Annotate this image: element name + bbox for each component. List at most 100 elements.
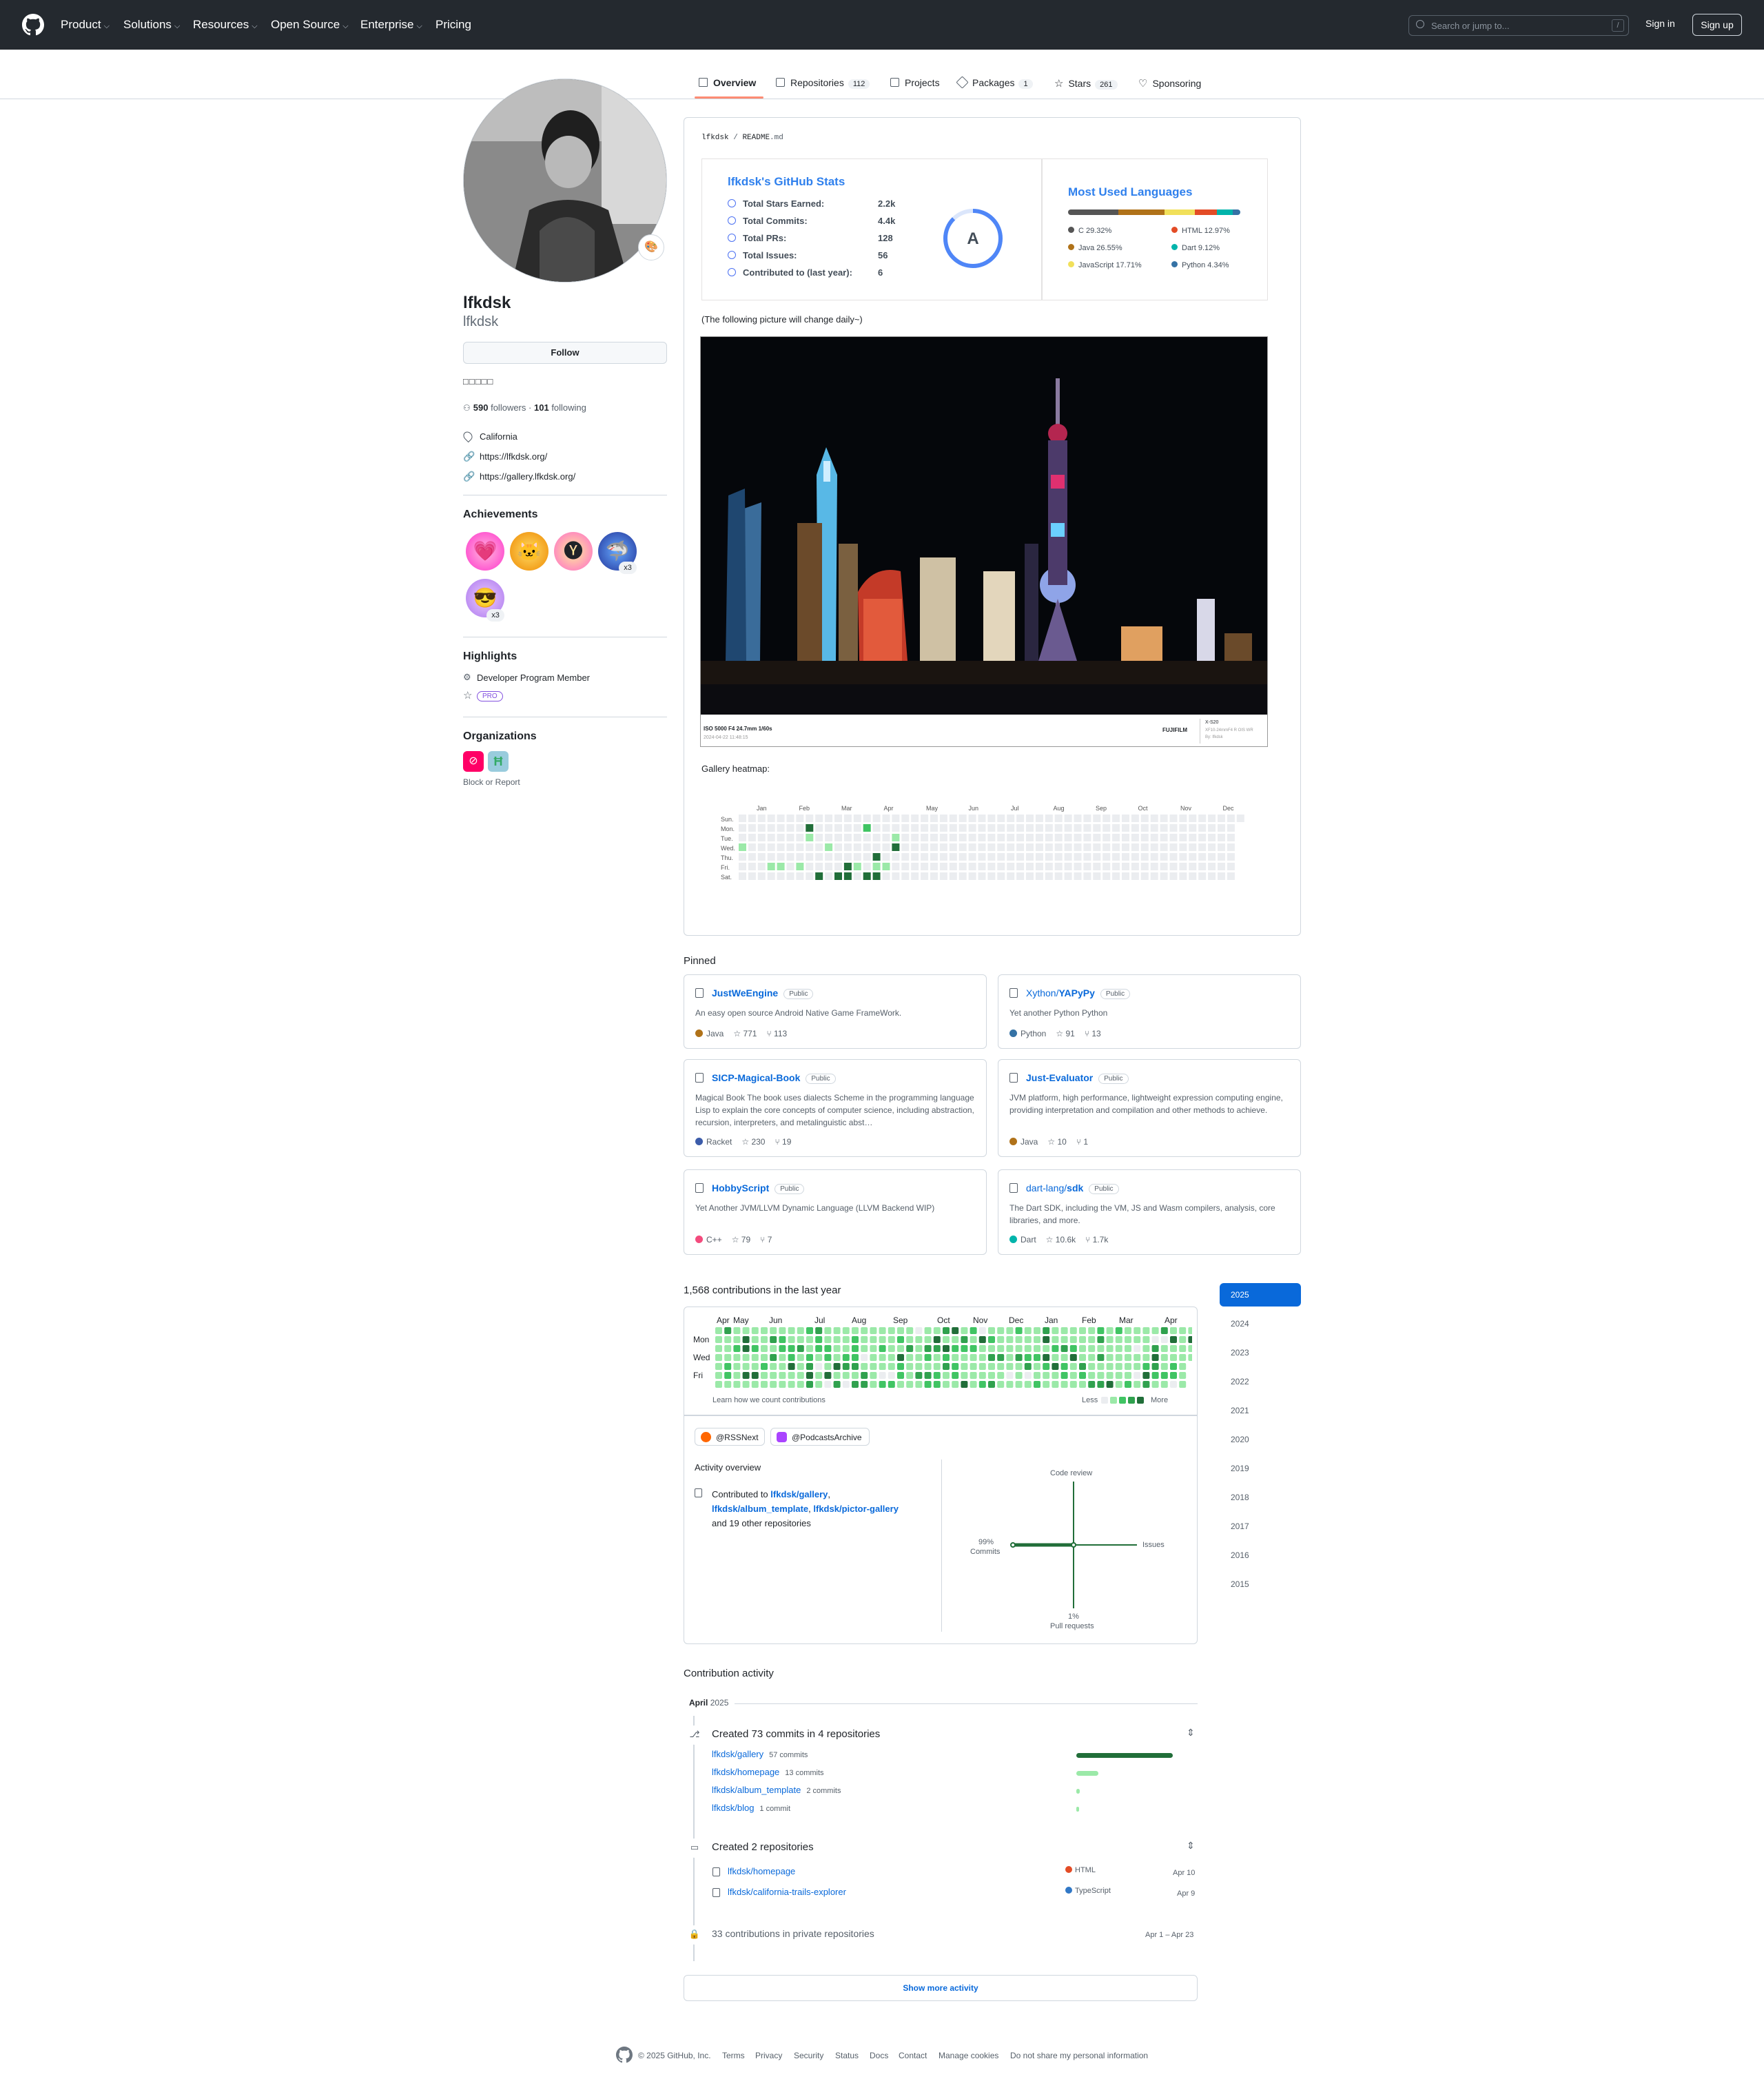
achievement-quickdraw-icon[interactable]: 🐱 [510, 532, 548, 571]
website-link[interactable]: https://lfkdsk.org/ [480, 451, 547, 462]
repo-name-link[interactable]: Xython/YAPyPy Public [1026, 987, 1131, 999]
followers-label[interactable]: followers [491, 402, 526, 413]
show-more-activity-button[interactable]: Show more activity [684, 1975, 1198, 2001]
repo-name-link[interactable]: JustWeEngine Public [712, 987, 814, 999]
nav-resources[interactable]: Resources ⌵ [193, 18, 258, 32]
footer-link[interactable]: Contact [899, 2051, 927, 2060]
github-logo-icon[interactable] [22, 14, 44, 36]
achievement-yolo-icon[interactable]: 🅨 [554, 532, 593, 571]
created-repo-link[interactable]: lfkdsk/california-trails-explorer [728, 1887, 846, 1897]
repo-name-link[interactable]: Just-Evaluator Public [1026, 1072, 1129, 1084]
repo-link[interactable]: lfkdsk/pictor-gallery [813, 1504, 899, 1514]
readme-file-name[interactable]: README [742, 134, 770, 142]
repo-forks[interactable]: ⑂ 7 [760, 1235, 772, 1244]
footer-link[interactable]: Docs [870, 2051, 888, 2060]
repo-forks[interactable]: ⑂ 1.7k [1085, 1235, 1108, 1244]
footer-link[interactable]: Status [835, 2051, 859, 2060]
following-count[interactable]: 101 [534, 402, 549, 413]
pinned-repo-card[interactable]: Just-Evaluator Public JVM platform, high p… [998, 1059, 1301, 1157]
year-filter-button[interactable]: 2020 [1220, 1428, 1301, 1451]
year-filter-button[interactable]: 2024 [1220, 1312, 1301, 1335]
repo-link[interactable]: lfkdsk/gallery [712, 1749, 763, 1759]
followers-count[interactable]: 590 [473, 402, 489, 413]
following-label[interactable]: following [551, 402, 586, 413]
commit-count-link[interactable]: 57 commits [769, 1751, 808, 1759]
repo-forks[interactable]: ⑂ 13 [1085, 1029, 1101, 1038]
footer-link[interactable]: Terms [722, 2051, 745, 2060]
footer-link[interactable]: Manage cookies [939, 2051, 998, 2060]
repo-link[interactable]: lfkdsk/blog [712, 1803, 754, 1813]
year-filter-button[interactable]: 2018 [1220, 1486, 1301, 1509]
repo-name-link[interactable]: SICP-Magical-Book Public [712, 1072, 836, 1084]
status-emoji-icon[interactable]: 🎨 [638, 234, 664, 260]
tab-stars[interactable]: ☆ Stars 261 [1054, 77, 1118, 90]
pinned-repo-card[interactable]: Xython/YAPyPy Public Yet another Python Py… [998, 974, 1301, 1049]
nav-product[interactable]: Product ⌵ [61, 18, 110, 32]
org-podcastsarchive-icon[interactable]: Ħ [488, 751, 509, 772]
readme-owner-link[interactable]: lfkdsk [701, 134, 729, 142]
repo-stars[interactable]: ☆ 79 [732, 1235, 750, 1244]
org-filter-rssnext[interactable]: @RSSNext [695, 1428, 765, 1446]
year-filter-button[interactable]: 2025 [1220, 1283, 1301, 1307]
year-filter-button[interactable]: 2023 [1220, 1341, 1301, 1364]
sign-up-button[interactable]: Sign up [1692, 14, 1742, 36]
repo-link[interactable]: lfkdsk/album_template [712, 1504, 808, 1514]
year-filter-button[interactable]: 2021 [1220, 1399, 1301, 1422]
org-filter-podcastsarchive[interactable]: @PodcastsArchive [770, 1428, 870, 1446]
footer-link[interactable]: Do not share my personal information [1010, 2051, 1148, 2060]
tab-sponsoring[interactable]: ♡ Sponsoring [1138, 77, 1201, 90]
block-report-link[interactable]: Block or Report [463, 777, 520, 787]
gallery-heatmap-cell [1054, 815, 1063, 822]
year-filter-button[interactable]: 2015 [1220, 1572, 1301, 1596]
sign-in-link[interactable]: Sign in [1645, 18, 1675, 29]
commit-count-link[interactable]: 2 commits [806, 1787, 841, 1795]
follow-button[interactable]: Follow [463, 342, 667, 364]
commit-count-link[interactable]: 1 commit [759, 1805, 790, 1813]
repo-stars[interactable]: ☆ 91 [1056, 1029, 1074, 1038]
tab-repositories[interactable]: Repositories 112 [776, 77, 870, 89]
nav-enterprise[interactable]: Enterprise ⌵ [360, 18, 422, 32]
year-filter-button[interactable]: 2016 [1220, 1544, 1301, 1567]
contribution-cell [1179, 1327, 1187, 1334]
repo-stars[interactable]: ☆ 10.6k [1046, 1235, 1076, 1244]
year-filter-button[interactable]: 2019 [1220, 1457, 1301, 1480]
fold-icon[interactable]: ⇕ [1187, 1727, 1195, 1739]
repo-name-link[interactable]: HobbyScript Public [712, 1182, 805, 1194]
github-footer-logo-icon[interactable] [616, 2047, 633, 2063]
footer-link[interactable]: Privacy [755, 2051, 782, 2060]
learn-count-link[interactable]: Learn how we count contributions [712, 1396, 825, 1404]
achievement-heart-icon[interactable]: 💗 [466, 532, 504, 571]
contribution-cell [1052, 1345, 1059, 1352]
repo-link[interactable]: lfkdsk/album_template [712, 1785, 801, 1795]
search-input[interactable]: Search or jump to... / [1408, 15, 1629, 36]
org-rssnext-icon[interactable]: ⊘ [463, 751, 484, 772]
nav-solutions[interactable]: Solutions ⌵ [123, 18, 180, 32]
pinned-repo-card[interactable]: dart-lang/sdk Public The Dart SDK, includi… [998, 1169, 1301, 1255]
tab-overview[interactable]: Overview [699, 77, 756, 88]
footer-link[interactable]: Security [794, 2051, 823, 2060]
repo-forks[interactable]: ⑂ 19 [775, 1137, 791, 1147]
repo-stars[interactable]: ☆ 10 [1047, 1137, 1066, 1147]
tab-projects[interactable]: Projects [890, 77, 940, 88]
repo-forks[interactable]: ⑂ 1 [1076, 1137, 1088, 1147]
nav-open-source[interactable]: Open Source ⌵ [271, 18, 349, 32]
gallery-link[interactable]: https://gallery.lfkdsk.org/ [480, 471, 575, 482]
tab-packages[interactable]: Packages 1 [956, 76, 1033, 89]
repo-link[interactable]: lfkdsk/gallery [770, 1489, 828, 1499]
year-filter-button[interactable]: 2017 [1220, 1515, 1301, 1538]
repo-stars[interactable]: ☆ 771 [733, 1029, 757, 1038]
created-repo-link[interactable]: lfkdsk/homepage [728, 1866, 795, 1876]
pinned-repo-card[interactable]: HobbyScript Public Yet Another JVM/LLVM Dy… [684, 1169, 987, 1255]
pinned-repo-card[interactable]: SICP-Magical-Book Public Magical Book The … [684, 1059, 987, 1157]
pinned-repo-card[interactable]: JustWeEngine Public An easy open source An… [684, 974, 987, 1049]
commit-count-link[interactable]: 13 commits [785, 1769, 823, 1777]
repo-stars[interactable]: ☆ 230 [741, 1137, 765, 1147]
nav-pricing[interactable]: Pricing [435, 18, 471, 32]
gallery-heatmap-cell [1218, 853, 1225, 861]
gallery-day-label: Wed. [721, 845, 735, 852]
repo-link[interactable]: lfkdsk/homepage [712, 1767, 779, 1777]
repo-name-link[interactable]: dart-lang/sdk Public [1026, 1182, 1119, 1194]
year-filter-button[interactable]: 2022 [1220, 1370, 1301, 1393]
repo-forks[interactable]: ⑂ 113 [766, 1029, 787, 1038]
fold-icon[interactable]: ⇕ [1187, 1840, 1195, 1852]
